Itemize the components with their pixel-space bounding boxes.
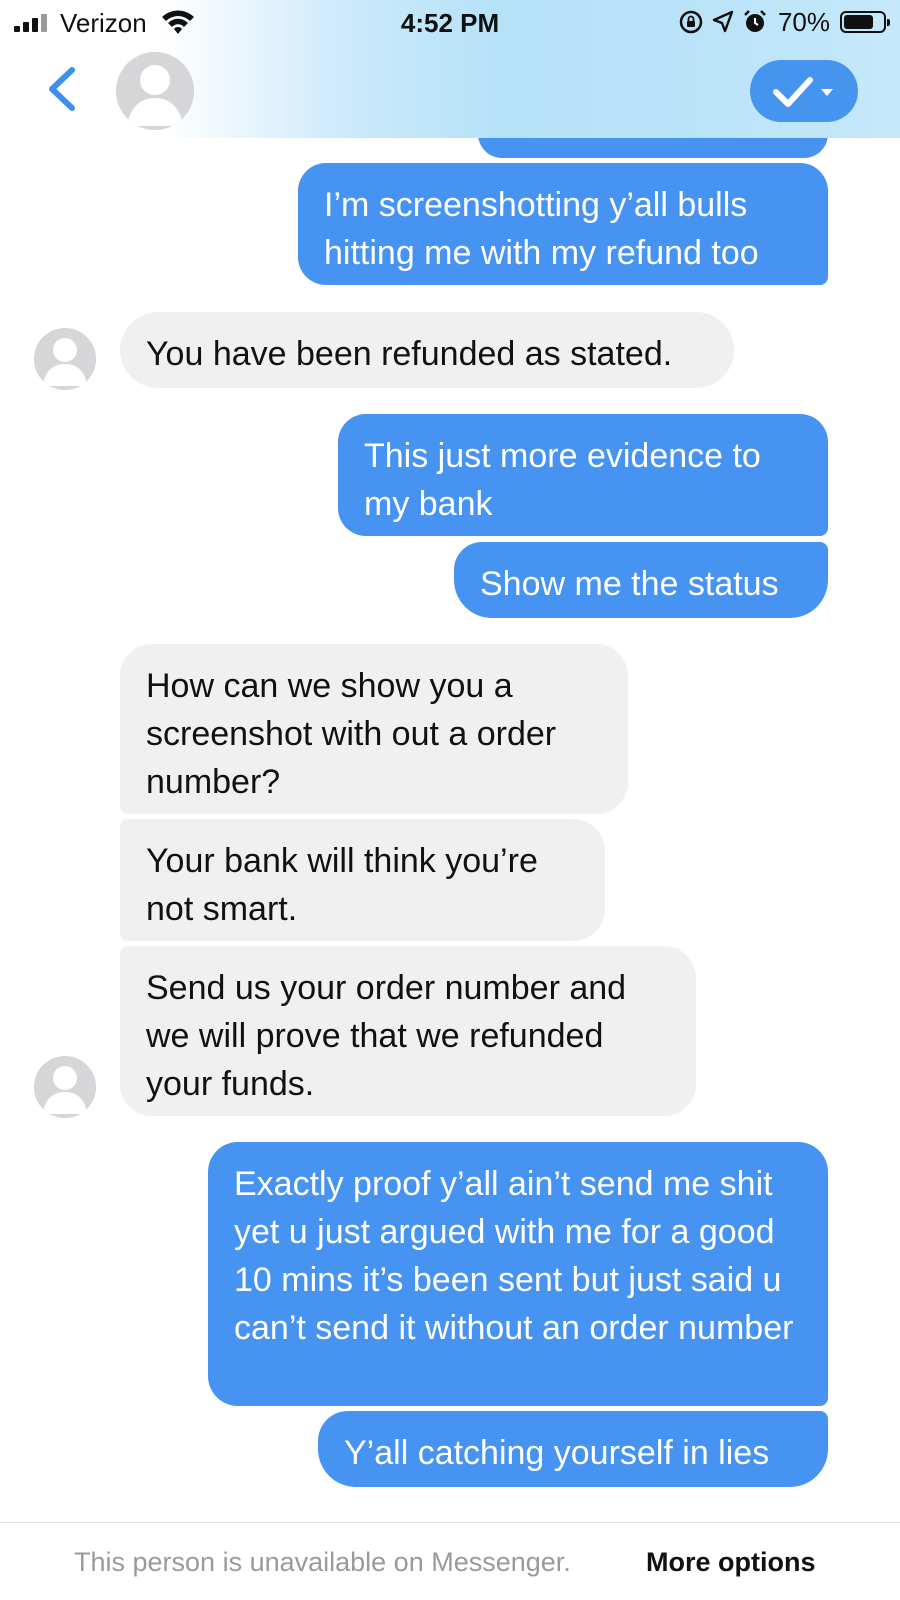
unavailable-notice: This person is unavailable on Messenger. (74, 1547, 571, 1577)
message-bubble-received[interactable]: Your bank will think you’re not smart. (120, 819, 605, 941)
message-list[interactable]: I’m screenshotting y’all bulls hitting m… (0, 0, 900, 1600)
contact-avatar[interactable] (34, 328, 96, 390)
message-bubble-received[interactable]: How can we show you a screenshot with ou… (120, 644, 628, 814)
messenger-screen: I’m screenshotting y’all bulls hitting m… (0, 0, 900, 1600)
person-placeholder-icon (116, 52, 194, 130)
battery-icon (840, 11, 890, 33)
person-placeholder-icon (34, 328, 96, 390)
checkmark-dropdown-button[interactable] (750, 60, 858, 122)
message-bubble-sent[interactable]: Show me the status (454, 542, 828, 618)
battery-percentage: 70% (777, 6, 830, 37)
message-bubble-sent[interactable]: I’m screenshotting y’all bulls hitting m… (298, 163, 828, 285)
chevron-left-icon[interactable] (42, 64, 82, 114)
message-bubble-sent[interactable]: Exactly proof y’all ain’t send me shit y… (208, 1142, 828, 1406)
rotation-lock-icon (679, 10, 703, 34)
contact-avatar[interactable] (34, 1056, 96, 1118)
status-icons: 70% (678, 6, 890, 38)
alarm-icon (744, 10, 766, 32)
message-bubble-received[interactable]: You have been refunded as stated. (120, 312, 734, 388)
status-bar: Verizon 4:52 PM 70% (0, 0, 900, 44)
message-bubble-sent[interactable]: This just more evidence to my bank (338, 414, 828, 536)
unavailable-footer: This person is unavailable on Messenger.… (0, 1522, 900, 1600)
header-avatar[interactable] (116, 52, 194, 130)
location-arrow-icon (712, 10, 734, 33)
person-placeholder-icon (34, 1056, 96, 1118)
conversation-header: Verizon 4:52 PM 70% (0, 0, 900, 138)
message-bubble-received[interactable]: Send us your order number and we will pr… (120, 946, 696, 1116)
more-options-link[interactable]: More options (646, 1523, 816, 1600)
message-bubble-sent[interactable]: Y’all catching yourself in lies (318, 1411, 828, 1487)
checkmark-dropdown-icon (773, 77, 833, 107)
